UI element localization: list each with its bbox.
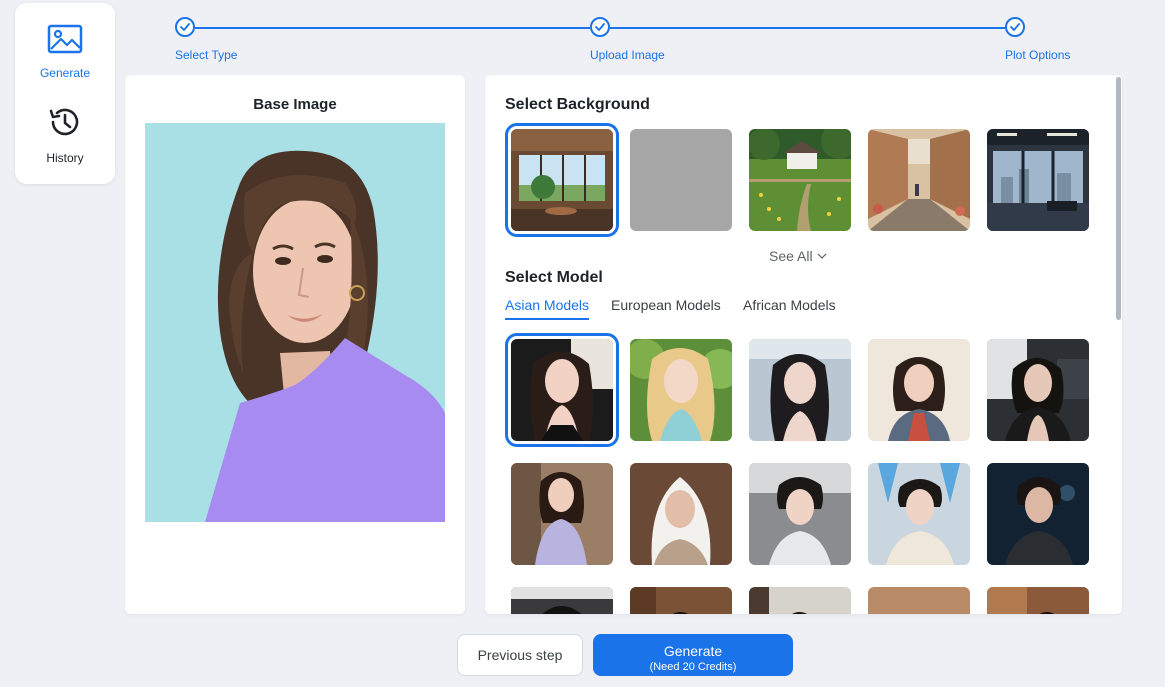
previous-step-button[interactable]: Previous step [457,634,583,676]
model-option[interactable] [749,339,851,441]
step-label-select-type[interactable]: Select Type [175,48,237,62]
model-option[interactable] [630,463,732,565]
model-option[interactable] [749,463,851,565]
background-option-gym[interactable] [987,129,1089,231]
model-option[interactable] [987,339,1089,441]
model-option[interactable] [987,463,1089,565]
background-option-countryside[interactable] [749,129,851,231]
generate-credits-label: (Need 20 Credits) [649,661,737,673]
step-connector [195,27,590,29]
see-all-link[interactable]: See All [769,246,827,264]
model-option[interactable] [511,587,613,614]
tab-european-models[interactable]: European Models [611,297,721,318]
base-image [145,123,445,522]
history-icon [15,104,115,145]
model-option[interactable] [630,339,732,441]
step-check-icon [1005,17,1025,37]
model-option[interactable] [505,333,619,447]
model-option[interactable] [511,463,613,565]
background-option-street[interactable] [868,129,970,231]
step-label-plot-options[interactable]: Plot Options [1005,48,1070,62]
progress-stepper: Select Type Upload Image Plot Options [0,0,1165,70]
select-background-title: Select Background [505,96,650,113]
background-option-cafe[interactable] [505,123,619,237]
scrollbar[interactable] [1114,75,1122,614]
model-option[interactable] [868,339,970,441]
step-label-upload-image[interactable]: Upload Image [590,48,665,62]
model-option[interactable] [749,587,851,614]
model-option[interactable] [868,587,970,614]
tab-african-models[interactable]: African Models [743,297,836,318]
model-option[interactable] [987,587,1089,614]
model-option[interactable] [630,587,732,614]
chevron-down-icon [817,246,827,262]
scrollbar-thumb[interactable] [1116,77,1121,320]
generate-button[interactable]: Generate (Need 20 Credits) [593,634,793,676]
generate-button-label: Generate [663,643,723,659]
base-image-title: Base Image [253,96,337,113]
step-connector [610,27,1005,29]
base-image-panel: Base Image [125,75,465,614]
nav-item-history[interactable]: History [15,104,115,165]
step-check-icon [590,17,610,37]
nav-label-history: History [46,151,84,165]
step-check-icon [175,17,195,37]
background-option-gray[interactable] [630,129,732,231]
options-panel: Select Background See All Select Model A… [485,75,1122,614]
tab-asian-models[interactable]: Asian Models [505,297,590,320]
select-model-title: Select Model [505,269,603,286]
see-all-label: See All [769,248,813,264]
model-option[interactable] [868,463,970,565]
